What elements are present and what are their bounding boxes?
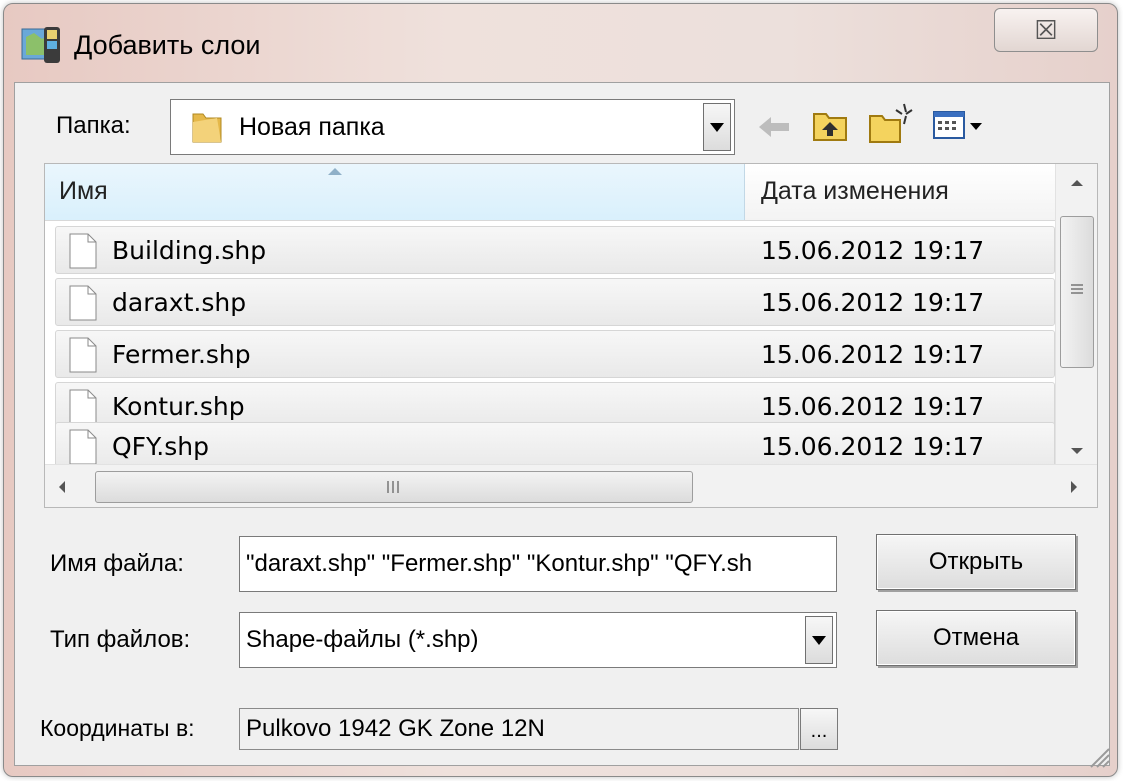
close-icon: ☒ bbox=[1034, 14, 1058, 45]
file-name: Kontur.shp bbox=[112, 392, 245, 421]
column-header-name[interactable]: Имя bbox=[45, 164, 745, 220]
filetype-combobox[interactable]: Shape-файлы (*.shp) bbox=[239, 612, 837, 668]
horizontal-scrollbar[interactable] bbox=[45, 464, 1097, 507]
vertical-scroll-thumb[interactable] bbox=[1060, 216, 1094, 368]
file-date: 15.06.2012 19:17 bbox=[761, 432, 985, 461]
file-icon bbox=[69, 389, 97, 425]
filetype-value: Shape-файлы (*.shp) bbox=[246, 626, 479, 653]
folder-combobox[interactable]: Новая папка bbox=[170, 99, 735, 155]
folder-value: Новая папка bbox=[239, 112, 385, 141]
sort-ascending-icon bbox=[328, 168, 342, 175]
filename-input[interactable]: "daraxt.shp" "Fermer.shp" "Kontur.shp" "… bbox=[239, 536, 837, 592]
file-icon bbox=[69, 337, 97, 373]
file-icon bbox=[69, 429, 97, 465]
file-list-view[interactable]: Имя Дата изменения Building.shp 15.06.20… bbox=[44, 163, 1098, 508]
resize-grip-icon[interactable] bbox=[1085, 743, 1111, 769]
cancel-button[interactable]: Отмена bbox=[876, 610, 1076, 666]
filetype-label: Тип файлов: bbox=[50, 626, 191, 653]
column-header-date[interactable]: Дата изменения bbox=[761, 177, 949, 206]
vertical-scrollbar[interactable] bbox=[1055, 164, 1097, 464]
file-name: QFY.shp bbox=[112, 432, 209, 461]
scroll-left-icon[interactable] bbox=[57, 479, 67, 495]
scroll-down-icon[interactable] bbox=[1069, 446, 1085, 456]
view-menu-icon[interactable] bbox=[932, 108, 988, 144]
scroll-up-icon[interactable] bbox=[1069, 178, 1085, 188]
file-date: 15.06.2012 19:17 bbox=[761, 288, 985, 317]
file-date: 15.06.2012 19:17 bbox=[761, 340, 985, 369]
window-title: Добавить слои bbox=[74, 29, 261, 60]
back-arrow-icon[interactable] bbox=[755, 110, 795, 144]
table-row[interactable]: QFY.shp 15.06.2012 19:17 bbox=[55, 422, 1055, 470]
column-header-name-label: Имя bbox=[59, 177, 108, 205]
file-name: Fermer.shp bbox=[112, 340, 251, 369]
filetype-dropdown-button[interactable] bbox=[805, 616, 833, 664]
new-folder-icon[interactable] bbox=[866, 100, 916, 146]
coords-field: Pulkovo 1942 GK Zone 12N bbox=[239, 708, 799, 750]
app-icon bbox=[21, 27, 60, 63]
open-button[interactable]: Открыть bbox=[876, 534, 1076, 590]
grip-icon bbox=[1071, 284, 1083, 294]
table-row[interactable]: Fermer.shp 15.06.2012 19:17 bbox=[55, 330, 1055, 378]
horizontal-scroll-thumb[interactable] bbox=[95, 471, 693, 503]
folder-dropdown-button[interactable] bbox=[703, 103, 731, 151]
folder-label: Папка: bbox=[56, 112, 131, 139]
scroll-right-icon[interactable] bbox=[1069, 479, 1079, 495]
file-icon bbox=[69, 285, 97, 321]
grip-icon bbox=[387, 481, 399, 493]
table-row[interactable]: Building.shp 15.06.2012 19:17 bbox=[55, 226, 1055, 274]
title-bar: Добавить слои bbox=[20, 20, 260, 70]
folder-icon bbox=[192, 113, 222, 143]
coords-browse-button[interactable]: ... bbox=[800, 708, 838, 750]
file-name: Building.shp bbox=[112, 236, 267, 265]
coords-label: Координаты в: bbox=[40, 715, 195, 741]
file-icon bbox=[69, 233, 97, 269]
table-row[interactable]: daraxt.shp 15.06.2012 19:17 bbox=[55, 278, 1055, 326]
file-date: 15.06.2012 19:17 bbox=[761, 236, 985, 265]
file-date: 15.06.2012 19:17 bbox=[761, 392, 985, 421]
file-name: daraxt.shp bbox=[112, 288, 247, 317]
filename-value: "daraxt.shp" "Fermer.shp" "Kontur.shp" "… bbox=[246, 550, 753, 577]
close-button[interactable]: ☒ bbox=[994, 8, 1098, 52]
up-folder-icon[interactable] bbox=[810, 106, 852, 146]
chevron-down-icon bbox=[812, 635, 826, 645]
list-header: Имя Дата изменения bbox=[45, 164, 1055, 221]
chevron-down-icon bbox=[710, 122, 724, 132]
filename-label: Имя файла: bbox=[50, 550, 184, 577]
